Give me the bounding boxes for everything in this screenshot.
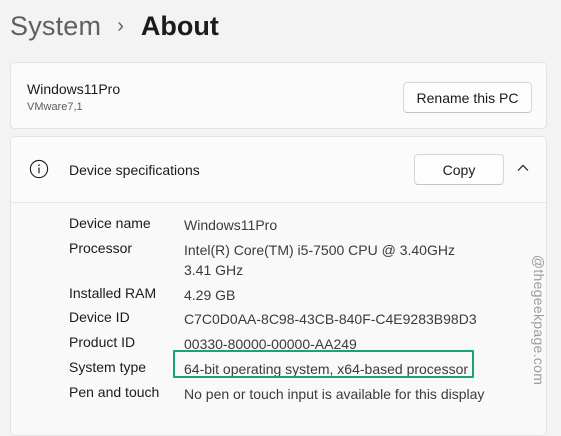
chevron-up-icon[interactable] (516, 163, 530, 173)
pc-name-card: Windows11Pro VMware7,1 Rename this PC (10, 62, 547, 129)
spec-value: 4.29 GB (184, 287, 236, 303)
spec-label: Product ID (69, 334, 136, 350)
breadcrumb: System › About (10, 6, 219, 46)
device-specifications-title: Device specifications (69, 162, 200, 178)
info-circle-icon (29, 159, 49, 179)
page-title: About (140, 10, 219, 41)
rename-pc-button[interactable]: Rename this PC (403, 82, 532, 113)
spec-value: C7C0D0AA-8C98-43CB-840F-C4E9283B98D3 (184, 311, 477, 327)
system-type-highlight (173, 350, 474, 378)
breadcrumb-separator-icon: › (117, 14, 124, 37)
spec-label: Processor (69, 240, 133, 256)
spec-label: Device ID (69, 309, 130, 325)
spec-label: Pen and touch (69, 384, 160, 400)
spec-label: System type (69, 359, 147, 375)
spec-label: Device name (69, 215, 151, 231)
spec-label: Installed RAM (69, 285, 157, 301)
device-specifications-card: Device specifications Copy Device name W… (10, 136, 547, 436)
copy-button[interactable]: Copy (414, 154, 504, 185)
breadcrumb-system-link[interactable]: System (10, 11, 101, 42)
pc-name: Windows11Pro (27, 81, 121, 97)
watermark: @thegeekpage.com (531, 250, 547, 390)
device-specifications-header[interactable]: Device specifications Copy (11, 137, 546, 203)
watermark-text: @thegeekpage.com (531, 254, 547, 386)
spec-value: Intel(R) Core(TM) i5-7500 CPU @ 3.40GHz … (184, 242, 467, 278)
spec-value: Windows11Pro (184, 217, 278, 233)
pc-model: VMware7,1 (27, 101, 83, 113)
spec-value: No pen or touch input is available for t… (184, 386, 485, 402)
